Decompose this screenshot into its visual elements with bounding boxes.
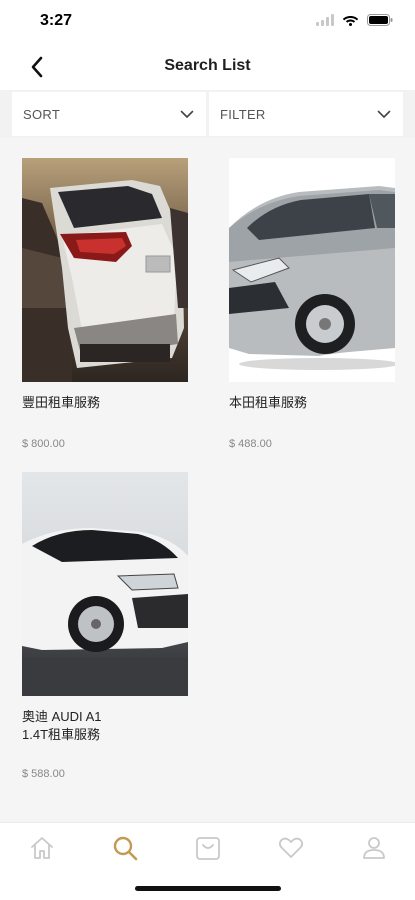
product-image [229,158,395,382]
page-title: Search List [164,57,251,74]
search-icon [113,836,138,861]
nav-favorites[interactable] [271,833,311,863]
heart-icon [278,837,304,858]
product-price: $ 488.00 [229,438,272,450]
header: Search List [0,44,415,90]
product-price: $ 588.00 [22,768,65,780]
status-icons [316,14,393,26]
chevron-down-icon [377,110,391,118]
nav-search[interactable] [105,833,145,863]
status-time: 3:27 [40,12,73,29]
sort-label: SORT [23,106,61,122]
nav-profile[interactable] [354,833,394,863]
filter-label: FILTER [220,106,266,122]
product-image [22,472,188,696]
chevron-down-icon [180,110,194,118]
product-card[interactable]: 豐田租車服務 $ 800.00 [22,158,188,450]
nav-home[interactable] [22,833,62,863]
cart-icon [196,837,220,860]
product-name: 豐田租車服務 [22,395,101,410]
filter-dropdown[interactable]: FILTER [209,92,403,136]
sort-dropdown[interactable]: SORT [12,92,206,136]
product-card[interactable]: 奧迪 AUDI A1 1.4T租車服務 $ 588.00 [22,472,188,780]
product-image [22,158,188,382]
signal-icon [316,14,334,26]
wifi-icon [342,16,359,26]
home-icon [31,837,53,859]
screen: 3:27 Search List SORT FILTER 豐田租車服務 $ 80… [0,0,415,900]
product-price: $ 800.00 [22,438,65,450]
battery-icon [367,14,393,26]
home-indicator [135,886,281,891]
product-card[interactable]: 本田租車服務 $ 488.00 [229,158,395,450]
product-name: 本田租車服務 [229,395,308,410]
profile-icon [363,837,385,859]
product-name: 奧迪 AUDI A1 1.4T租車服務 [22,709,102,742]
status-bar: 3:27 [0,0,415,44]
nav-cart[interactable] [188,833,228,863]
sort-filter-bar: SORT FILTER [0,90,415,138]
